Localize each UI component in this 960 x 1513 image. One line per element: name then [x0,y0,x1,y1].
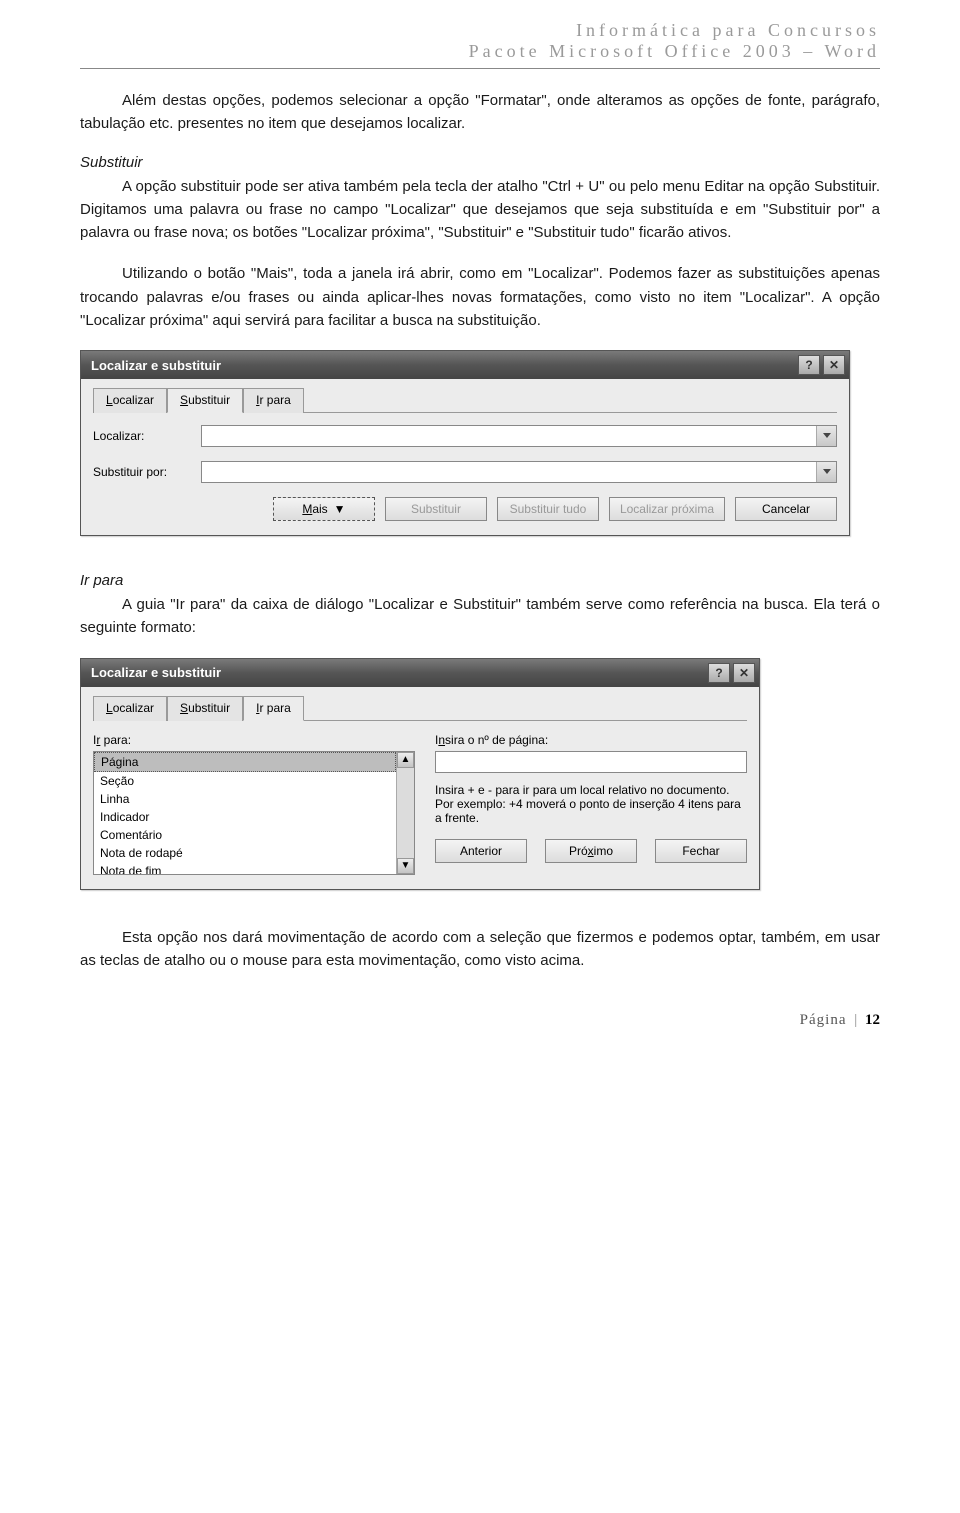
footer-page-number: 12 [865,1012,880,1028]
dialog1-title: Localizar e substituir [91,358,221,373]
scroll-down-icon[interactable]: ▼ [397,858,414,874]
substituir-tudo-button[interactable]: Substituir tudo [497,497,599,521]
section-title-irpara: Ir para [80,572,880,589]
substituir-por-dropdown-icon[interactable] [816,462,836,482]
header-divider [80,68,880,69]
section-title-substituir: Substituir [80,154,880,171]
substituir-por-field[interactable] [202,462,816,482]
hint-text: Insira + e - para ir para um local relat… [435,783,747,825]
paragraph-intro: Além destas opções, podemos selecionar a… [80,89,880,136]
anterior-button[interactable]: Anterior [435,839,527,863]
list-item[interactable]: Nota de rodapé [94,844,396,862]
help-button[interactable]: ? [708,663,730,683]
list-item[interactable]: Página [94,752,396,772]
localizar-proxima-button[interactable]: Localizar próxima [609,497,725,521]
label-insira-pagina: Insira o nº de página: [435,733,747,747]
list-item[interactable]: Seção [94,772,396,790]
dialog1-tabs: Localizar Substituir Ir para [93,387,837,413]
tab-ir-para[interactable]: Ir para [243,696,304,721]
dialog-irpara-screenshot: Localizar e substituir ? ✕ Localizar Sub… [80,658,880,890]
paragraph-irpara: A guia "Ir para" da caixa de diálogo "Lo… [80,593,880,640]
page-number-input[interactable] [435,751,747,773]
label-substituir-por: Substituir por: [93,465,193,479]
proximo-button[interactable]: Próximo [545,839,637,863]
dialog2-title: Localizar e substituir [91,665,221,680]
tab-localizar[interactable]: Localizar [93,696,167,721]
tab-localizar[interactable]: Localizar [93,388,167,413]
cancelar-button[interactable]: Cancelar [735,497,837,521]
close-button[interactable]: ✕ [733,663,755,683]
expand-icon: ▼ [334,502,346,516]
header-line1: Informática para Concursos [80,20,880,41]
localizar-dropdown-icon[interactable] [816,426,836,446]
dialog1-titlebar: Localizar e substituir ? ✕ [81,351,849,379]
paragraph-substituir-2: Utilizando o botão "Mais", toda a janela… [80,262,880,332]
page-header: Informática para Concursos Pacote Micros… [80,20,880,62]
list-item[interactable]: Nota de fim [94,862,396,874]
dialog2-tabs: Localizar Substituir Ir para [93,695,747,721]
irpara-listbox[interactable]: Página Seção Linha Indicador Comentário … [94,752,396,874]
substituir-button[interactable]: Substituir [385,497,487,521]
label-ir-para: Ir para: [93,733,415,747]
tab-substituir[interactable]: Substituir [167,388,243,413]
localizar-field[interactable] [202,426,816,446]
scroll-up-icon[interactable]: ▲ [397,752,414,768]
header-line2: Pacote Microsoft Office 2003 – Word [80,41,880,62]
label-localizar: Localizar: [93,429,193,443]
localizar-input[interactable] [201,425,837,447]
list-item[interactable]: Comentário [94,826,396,844]
substituir-por-input[interactable] [201,461,837,483]
paragraph-conclusion: Esta opção nos dará movimentação de acor… [80,926,880,973]
help-button[interactable]: ? [798,355,820,375]
dialog-substituir-screenshot: Localizar e substituir ? ✕ Localizar Sub… [80,350,880,536]
tab-ir-para[interactable]: Ir para [243,388,304,413]
list-item[interactable]: Indicador [94,808,396,826]
fechar-button[interactable]: Fechar [655,839,747,863]
footer-separator: | [854,1012,857,1028]
mais-button[interactable]: Mais▼ [273,497,375,521]
paragraph-substituir-1: A opção substituir pode ser ativa também… [80,175,880,245]
page-footer: Página | 12 [80,1012,880,1029]
tab-substituir[interactable]: Substituir [167,696,243,721]
footer-label: Página [800,1012,847,1028]
listbox-scrollbar[interactable]: ▲ ▼ [396,752,414,874]
dialog2-titlebar: Localizar e substituir ? ✕ [81,659,759,687]
close-button[interactable]: ✕ [823,355,845,375]
list-item[interactable]: Linha [94,790,396,808]
